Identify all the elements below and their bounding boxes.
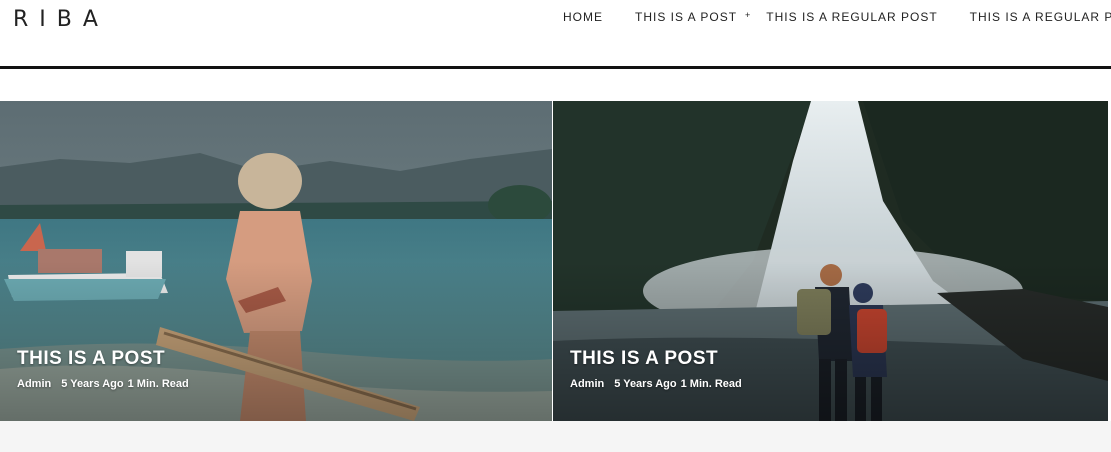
post-title[interactable]: THIS IS A POST: [17, 348, 165, 370]
post-read-time: 1 Min. Read: [127, 378, 189, 390]
post-title[interactable]: THIS IS A POST: [570, 348, 718, 370]
nav-item-regular-post-1[interactable]: THIS IS A REGULAR POST: [766, 10, 937, 24]
post-read-time: 1 Min. Read: [680, 378, 742, 390]
post-author[interactable]: Admin: [17, 378, 51, 390]
site-logo[interactable]: RIBA: [13, 7, 109, 32]
nav-item-regular-post-2[interactable]: THIS IS A REGULAR POST: [970, 10, 1111, 24]
content-band: [0, 421, 1111, 452]
beach-skateboard-photo: [0, 101, 552, 421]
post-meta: Admin 5 Years Ago 1 Min. Read: [570, 378, 752, 390]
post-date: 5 Years Ago: [614, 378, 677, 390]
site-header: RIBA HOME THIS IS A POST + THIS IS A REG…: [0, 0, 1111, 70]
post-date: 5 Years Ago: [61, 378, 124, 390]
post-meta: Admin 5 Years Ago 1 Min. Read: [17, 378, 199, 390]
nav-item-home[interactable]: HOME: [563, 10, 603, 24]
main-nav: HOME THIS IS A POST + THIS IS A REGULAR …: [563, 10, 1111, 24]
chevron-down-icon[interactable]: +: [745, 10, 750, 20]
header-divider: [0, 66, 1111, 69]
waterfall-hikers-photo: [553, 101, 1108, 421]
nav-item-post[interactable]: THIS IS A POST: [635, 10, 737, 24]
post-card[interactable]: THIS IS A POST Admin 5 Years Ago 1 Min. …: [553, 101, 1108, 421]
post-card[interactable]: THIS IS A POST Admin 5 Years Ago 1 Min. …: [0, 101, 552, 421]
featured-posts: THIS IS A POST Admin 5 Years Ago 1 Min. …: [0, 101, 1111, 421]
post-author[interactable]: Admin: [570, 378, 604, 390]
